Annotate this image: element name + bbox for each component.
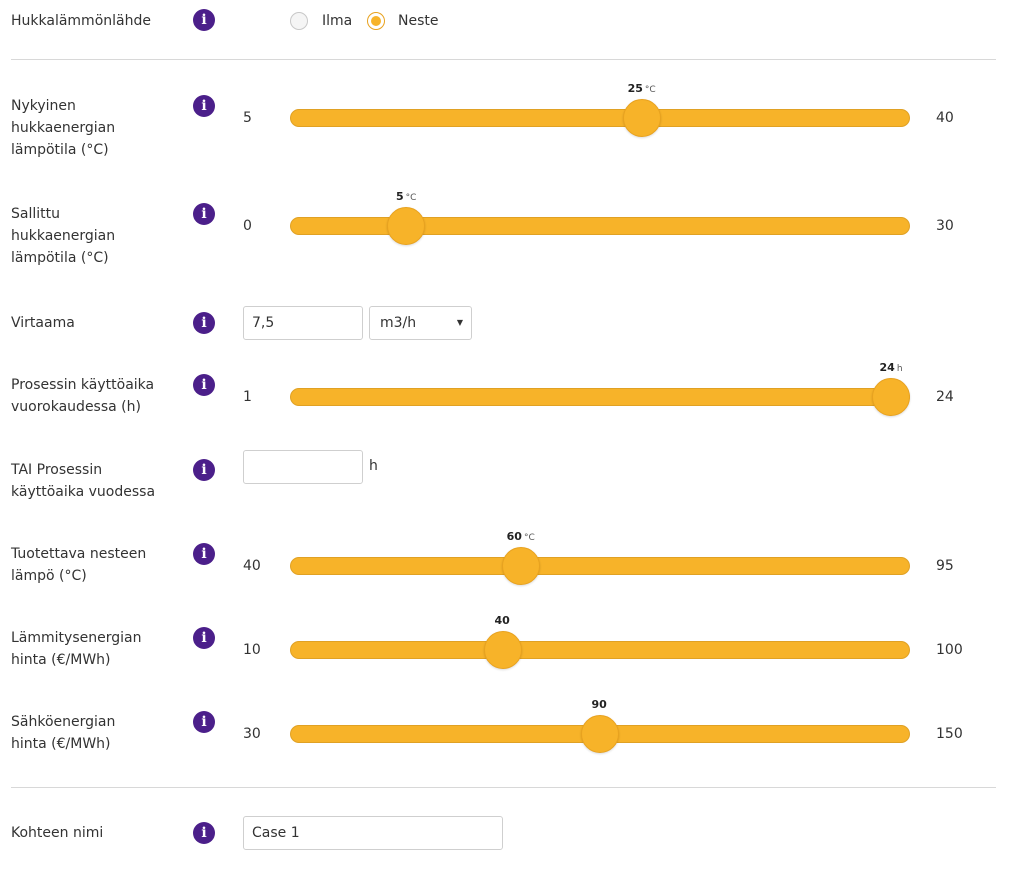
slider-value-label: 90 <box>592 698 609 711</box>
slider-max-value: 24 <box>936 389 954 405</box>
slider-unit: h <box>896 364 903 374</box>
electricity-price-label: Sähköenergian hinta (€/MWh) <box>11 711 115 755</box>
info-icon[interactable]: i <box>193 312 215 334</box>
electricity-price-label-line: Sähköenergian <box>11 714 116 730</box>
slider-max-value: 95 <box>936 558 954 574</box>
slider-max-value: 100 <box>936 642 963 658</box>
allowed-temp-label-line: Sallittu <box>11 206 60 222</box>
slider-min-value: 5 <box>243 110 252 126</box>
slider-max-value: 30 <box>936 218 954 234</box>
divider <box>11 59 996 60</box>
slider-max-value: 150 <box>936 726 963 742</box>
slider-value: 25 <box>627 82 643 95</box>
slider-thumb[interactable] <box>484 631 522 669</box>
slider-thumb[interactable] <box>501 547 540 585</box>
yearly-unit: h <box>369 458 378 474</box>
yearly-label-line: käyttöaika vuodessa <box>11 484 156 500</box>
info-icon[interactable]: i <box>193 459 215 481</box>
slider-unit: °C <box>523 533 535 543</box>
slider-thumb[interactable] <box>622 99 661 137</box>
allowed-temp-label-line: lämpötila (°C) <box>11 250 109 266</box>
info-icon[interactable]: i <box>193 543 215 565</box>
radio-ilma-label[interactable]: Ilma <box>322 12 352 30</box>
chevron-down-icon: ▼ <box>456 318 463 327</box>
slider-min-value: 0 <box>243 218 252 234</box>
slider-track[interactable] <box>290 388 910 406</box>
daily-hours-label-line: vuorokaudessa (h) <box>11 399 141 415</box>
heating-price-label-line: Lämmitysenergian <box>11 630 142 646</box>
info-icon[interactable]: i <box>193 95 215 117</box>
yearly-hours-input[interactable] <box>243 450 363 484</box>
info-icon[interactable]: i <box>193 203 215 225</box>
current-temp-label: Nykyinen hukkaenergian lämpötila (°C) <box>11 95 115 161</box>
allowed-temp-label: Sallittu hukkaenergian lämpötila (°C) <box>11 203 115 269</box>
slider-unit: °C <box>644 85 656 95</box>
flow-label: Virtaama <box>11 315 75 331</box>
info-icon[interactable]: i <box>193 9 215 31</box>
flow-unit-select[interactable]: m3/h ▼ <box>369 306 472 340</box>
source-label: Hukkalämmönlähde <box>11 13 151 29</box>
info-icon[interactable]: i <box>193 822 215 844</box>
slider-track[interactable] <box>290 641 910 659</box>
yearly-label-line: TAI Prosessin <box>11 462 103 478</box>
fluid-heat-label: Tuotettava nesteen lämpö (°C) <box>11 543 146 587</box>
electricity-price-label-line: hinta (€/MWh) <box>11 736 111 752</box>
slider-thumb[interactable] <box>581 715 619 753</box>
heating-price-label: Lämmitysenergian hinta (€/MWh) <box>11 627 141 671</box>
slider-min-value: 1 <box>243 389 252 405</box>
flow-input[interactable]: 7,5 <box>243 306 363 340</box>
fluid-heat-label-line: Tuotettava nesteen <box>11 546 147 562</box>
slider-thumb[interactable] <box>872 378 910 416</box>
radio-ilma[interactable] <box>290 12 308 30</box>
slider-value-label: 25 °C <box>628 82 656 95</box>
slider-value-label: 5 °C <box>396 190 416 203</box>
slider-value: 90 <box>591 698 607 711</box>
flow-unit-selected: m3/h <box>380 315 417 331</box>
slider-value: 40 <box>494 614 510 627</box>
slider-min-value: 30 <box>243 726 261 742</box>
info-icon[interactable]: i <box>193 711 215 733</box>
current-temp-label-line: Nykyinen <box>11 98 76 114</box>
current-temp-label-line: lämpötila (°C) <box>11 142 109 158</box>
slider-track[interactable] <box>290 109 910 127</box>
slider-min-value: 10 <box>243 642 261 658</box>
slider-value: 60 <box>506 530 522 543</box>
radio-neste[interactable] <box>367 12 385 30</box>
radio-neste-label[interactable]: Neste <box>398 12 438 30</box>
slider-value-label: 24 h <box>880 361 903 374</box>
daily-hours-label-line: Prosessin käyttöaika <box>11 377 155 393</box>
slider-value: 24 <box>879 361 895 374</box>
info-icon[interactable]: i <box>193 627 215 649</box>
current-temp-label-line: hukkaenergian <box>11 120 116 136</box>
slider-thumb[interactable] <box>387 207 425 245</box>
slider-max-value: 40 <box>936 110 954 126</box>
slider-value-label: 60 °C <box>507 530 535 543</box>
heating-price-label-line: hinta (€/MWh) <box>11 652 111 668</box>
info-icon[interactable]: i <box>193 374 215 396</box>
slider-track[interactable] <box>290 557 910 575</box>
divider <box>11 787 996 788</box>
name-input[interactable]: Case 1 <box>243 816 503 850</box>
daily-hours-label: Prosessin käyttöaika vuorokaudessa (h) <box>11 374 154 418</box>
slider-value: 5 <box>396 190 404 203</box>
slider-track[interactable] <box>290 217 910 235</box>
slider-min-value: 40 <box>243 558 261 574</box>
allowed-temp-label-line: hukkaenergian <box>11 228 116 244</box>
slider-unit: °C <box>405 193 417 203</box>
yearly-label: TAI Prosessin käyttöaika vuodessa <box>11 459 155 503</box>
name-label: Kohteen nimi <box>11 825 104 841</box>
fluid-heat-label-line: lämpö (°C) <box>11 568 87 584</box>
slider-value-label: 40 <box>495 614 512 627</box>
